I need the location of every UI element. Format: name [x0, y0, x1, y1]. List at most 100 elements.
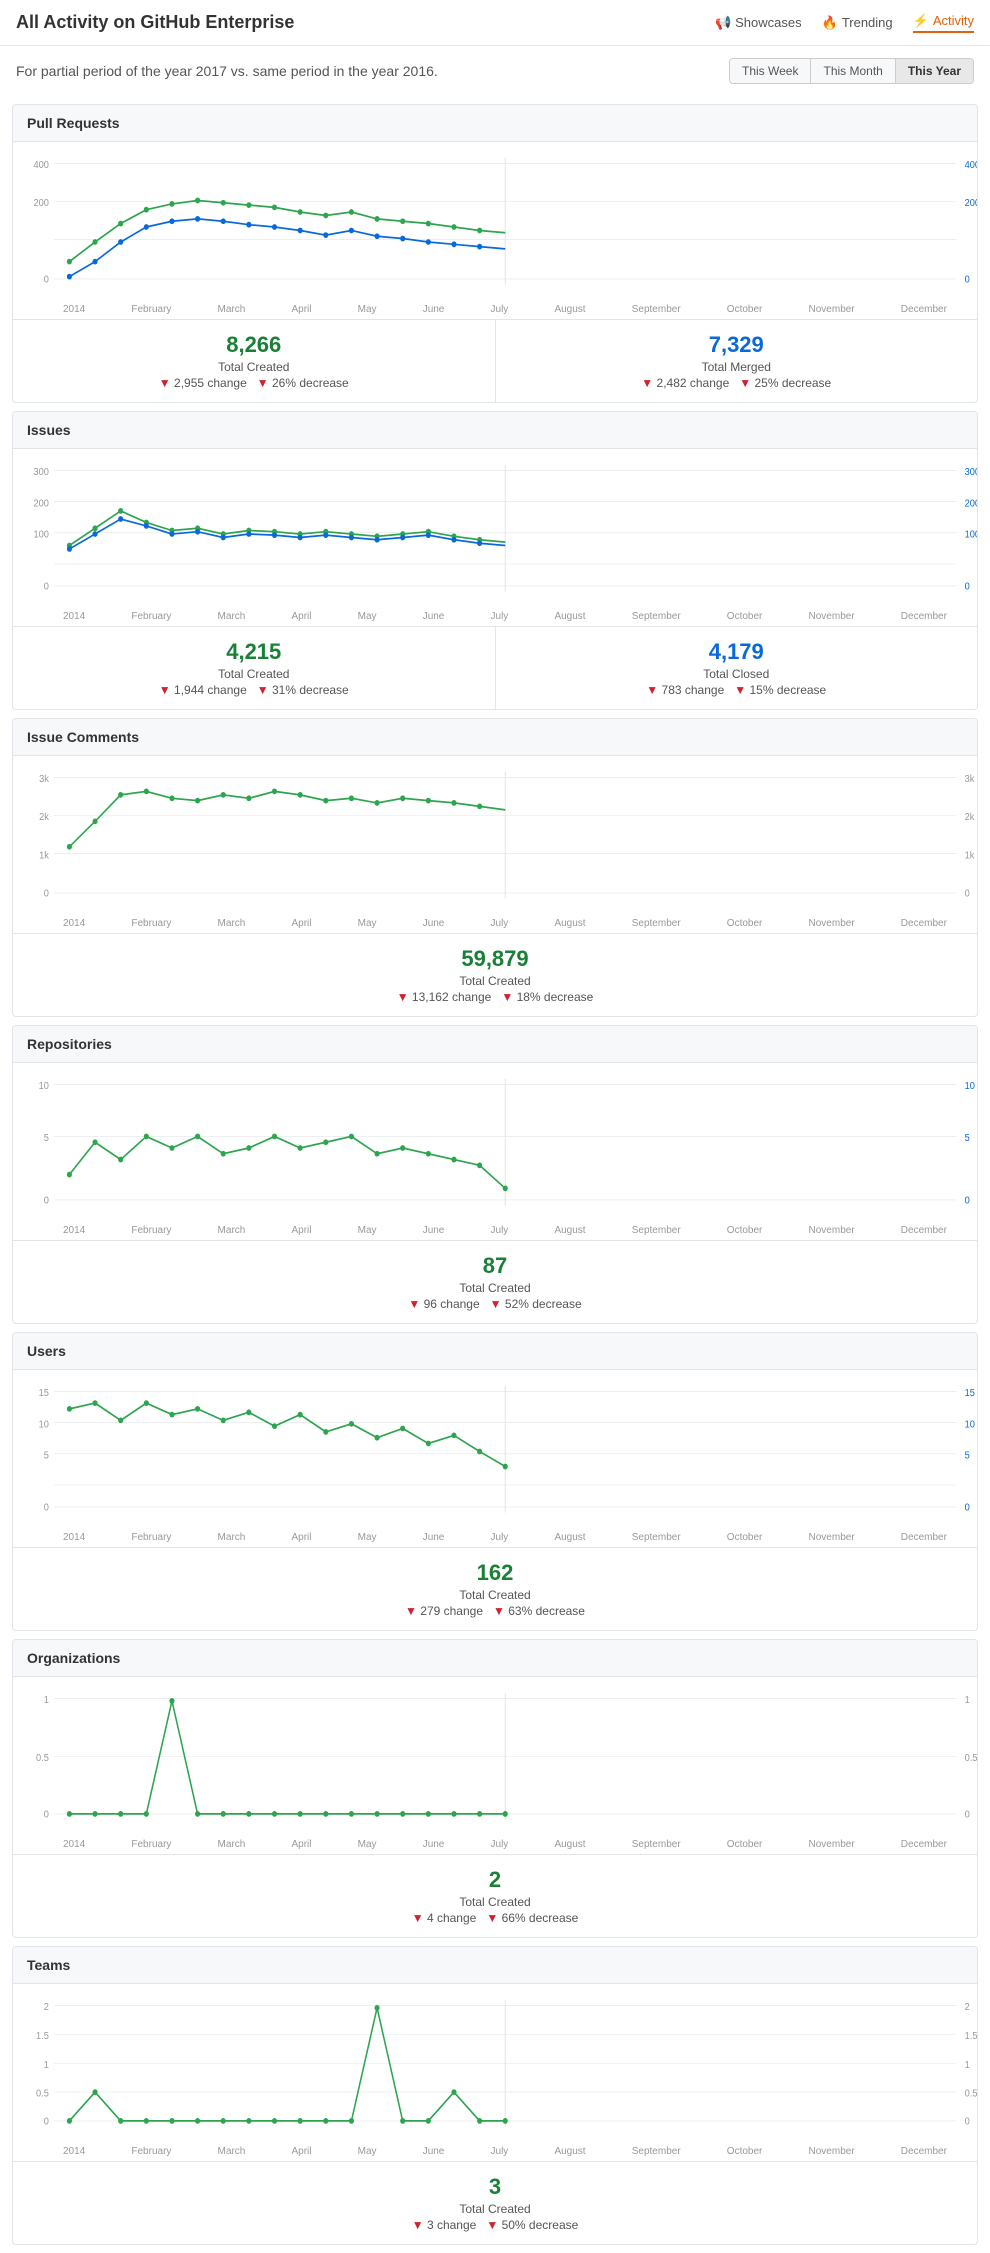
teams-title: Teams [13, 1947, 977, 1984]
pull-requests-chart: 400 200 0 400 200 0 [13, 142, 977, 319]
pr-created-change: ▼ 2,955 change ▼ 26% decrease [25, 376, 483, 390]
svg-text:0: 0 [44, 1809, 50, 1821]
issue-comments-chart: 3k 2k 1k 0 3k 2k 1k 0 [13, 756, 977, 933]
users-label: Total Created [25, 1588, 965, 1602]
svg-text:0: 0 [44, 1502, 50, 1514]
svg-text:1.5: 1.5 [36, 2031, 49, 2043]
svg-text:2: 2 [44, 2002, 49, 2014]
teams-section: Teams 2 1.5 1 0.5 0 2 1.5 1 0.5 0 [12, 1946, 978, 2245]
issues-created-change: ▼ 1,944 change ▼ 31% decrease [25, 683, 483, 697]
organizations-stats: 2 Total Created ▼ 4 change ▼ 66% decreas… [13, 1854, 977, 1937]
organizations-svg: 1 0.5 0 1 0.5 0 [13, 1687, 977, 1837]
svg-text:5: 5 [965, 1133, 971, 1145]
issues-chart: 300 200 100 0 300 200 100 0 [13, 449, 977, 626]
users-title: Users [13, 1333, 977, 1370]
issue-comments-stats: 59,879 Total Created ▼ 13,162 change ▼ 1… [13, 933, 977, 1016]
users-section: Users 15 10 5 0 15 10 5 0 [12, 1332, 978, 1631]
pr-merged-number: 7,329 [508, 332, 966, 358]
svg-text:0.5: 0.5 [36, 2088, 49, 2100]
svg-text:100: 100 [965, 529, 977, 541]
svg-text:1k: 1k [965, 850, 975, 862]
organizations-section: Organizations 1 0.5 0 1 0.5 0 [12, 1639, 978, 1938]
svg-text:200: 200 [34, 198, 50, 210]
organizations-chart: 1 0.5 0 1 0.5 0 [13, 1677, 977, 1854]
svg-text:200: 200 [34, 498, 50, 510]
svg-text:3k: 3k [965, 774, 975, 786]
pull-requests-section: Pull Requests 400 200 0 400 200 0 [12, 104, 978, 403]
pr-created-arrow: ▼ [159, 376, 171, 390]
repositories-title: Repositories [13, 1026, 977, 1063]
repositories-stats: 87 Total Created ▼ 96 change ▼ 52% decre… [13, 1240, 977, 1323]
issue-comments-label: Total Created [25, 974, 965, 988]
svg-text:1.5: 1.5 [965, 2031, 977, 2043]
activity-icon: ⚡ [913, 13, 929, 29]
repositories-label: Total Created [25, 1281, 965, 1295]
svg-text:2k: 2k [965, 812, 975, 824]
nav-showcases[interactable]: 📢 Showcases [715, 15, 802, 31]
pr-merged-decrease-arrow: ▼ [739, 376, 751, 390]
svg-text:0.5: 0.5 [965, 2088, 977, 2100]
repositories-number: 87 [25, 1253, 965, 1279]
svg-text:400: 400 [965, 160, 977, 172]
teams-chart: 2 1.5 1 0.5 0 2 1.5 1 0.5 0 [13, 1984, 977, 2161]
svg-text:10: 10 [39, 1419, 50, 1431]
repositories-chart-area: 10 5 0 10 5 0 [13, 1063, 977, 1223]
this-year-button[interactable]: This Year [896, 59, 973, 83]
issues-closed-change: ▼ 783 change ▼ 15% decrease [508, 683, 966, 697]
svg-text:1: 1 [44, 2059, 49, 2071]
svg-text:10: 10 [965, 1419, 976, 1431]
issues-title: Issues [13, 412, 977, 449]
svg-text:0: 0 [965, 274, 971, 286]
pull-requests-stats: 8,266 Total Created ▼ 2,955 change ▼ 26%… [13, 319, 977, 402]
teams-label: Total Created [25, 2202, 965, 2216]
svg-text:0.5: 0.5 [965, 1752, 977, 1764]
svg-text:0: 0 [965, 581, 971, 593]
teams-chart-area: 2 1.5 1 0.5 0 2 1.5 1 0.5 0 [13, 1984, 977, 2144]
pr-created-stat: 8,266 Total Created ▼ 2,955 change ▼ 26%… [13, 320, 496, 402]
teams-svg: 2 1.5 1 0.5 0 2 1.5 1 0.5 0 [13, 1994, 977, 2144]
svg-text:5: 5 [965, 1450, 971, 1462]
svg-text:0: 0 [965, 1502, 971, 1514]
nav-activity[interactable]: ⚡ Activity [913, 13, 974, 33]
trending-icon: 🔥 [822, 15, 838, 31]
this-week-button[interactable]: This Week [730, 59, 811, 83]
svg-text:3k: 3k [39, 774, 49, 786]
nav-trending[interactable]: 🔥 Trending [822, 15, 893, 31]
organizations-change: ▼ 4 change ▼ 66% decrease [25, 1911, 965, 1925]
teams-stats: 3 Total Created ▼ 3 change ▼ 50% decreas… [13, 2161, 977, 2244]
teams-number: 3 [25, 2174, 965, 2200]
this-month-button[interactable]: This Month [811, 59, 895, 83]
users-svg: 15 10 5 0 15 10 5 0 [13, 1380, 977, 1530]
repositories-chart: 10 5 0 10 5 0 [13, 1063, 977, 1240]
issue-comments-chart-area: 3k 2k 1k 0 3k 2k 1k 0 [13, 756, 977, 916]
pr-merged-stat: 7,329 Total Merged ▼ 2,482 change ▼ 25% … [496, 320, 978, 402]
svg-text:2k: 2k [39, 812, 49, 824]
svg-text:300: 300 [965, 467, 977, 479]
issues-section: Issues 300 200 100 0 300 200 100 0 [12, 411, 978, 710]
users-chart-area: 15 10 5 0 15 10 5 0 [13, 1370, 977, 1530]
svg-text:1k: 1k [39, 850, 49, 862]
repositories-change: ▼ 96 change ▼ 52% decrease [25, 1297, 965, 1311]
pr-created-number: 8,266 [25, 332, 483, 358]
issues-closed-number: 4,179 [508, 639, 966, 665]
svg-text:0: 0 [965, 1195, 971, 1207]
pr-merged-change: ▼ 2,482 change ▼ 25% decrease [508, 376, 966, 390]
svg-text:0: 0 [44, 2116, 50, 2128]
pull-requests-title: Pull Requests [13, 105, 977, 142]
svg-text:200: 200 [965, 198, 977, 210]
svg-text:1: 1 [965, 1695, 970, 1707]
svg-text:10: 10 [965, 1081, 976, 1093]
users-number: 162 [25, 1560, 965, 1586]
svg-text:0: 0 [965, 888, 971, 900]
issues-svg: 300 200 100 0 300 200 100 0 [13, 459, 977, 609]
issues-created-number: 4,215 [25, 639, 483, 665]
page-header: All Activity on GitHub Enterprise 📢 Show… [0, 0, 990, 46]
svg-text:15: 15 [39, 1388, 50, 1400]
svg-text:0: 0 [44, 1195, 50, 1207]
issue-comments-number: 59,879 [25, 946, 965, 972]
svg-text:5: 5 [44, 1450, 50, 1462]
period-selector: This Week This Month This Year [729, 58, 974, 84]
top-navigation: 📢 Showcases 🔥 Trending ⚡ Activity [715, 13, 974, 33]
svg-text:100: 100 [34, 529, 50, 541]
issues-closed-stat: 4,179 Total Closed ▼ 783 change ▼ 15% de… [496, 627, 978, 709]
